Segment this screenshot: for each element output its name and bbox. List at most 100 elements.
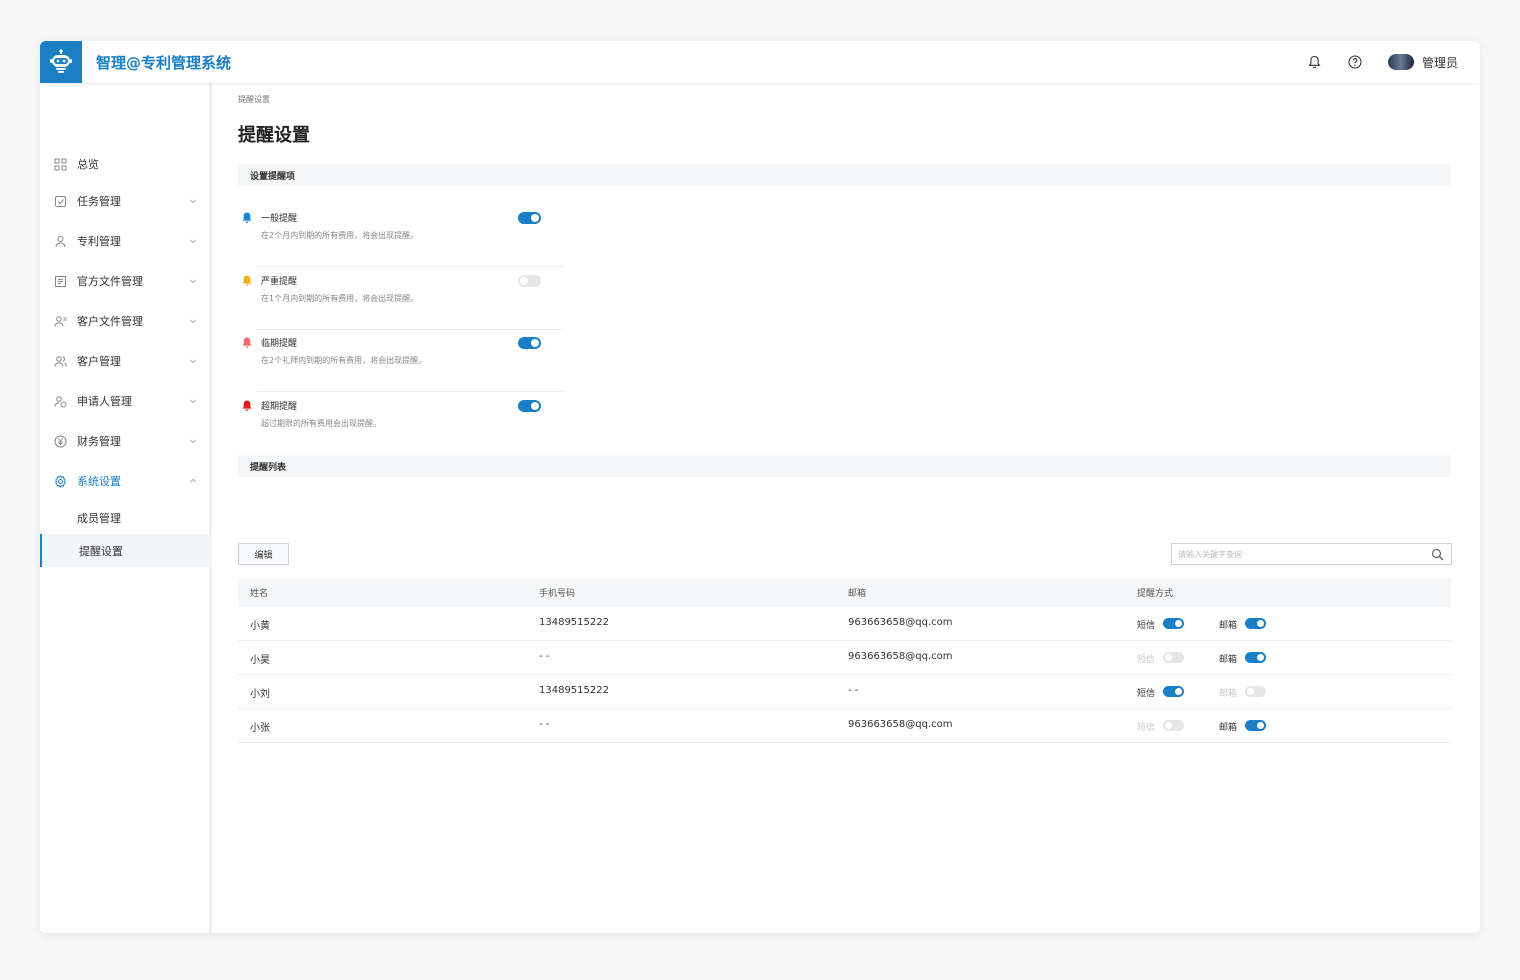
cell-name: 小刘 bbox=[250, 689, 270, 700]
sms-toggle[interactable] bbox=[1163, 618, 1184, 629]
cell-phone: - - bbox=[539, 651, 550, 662]
sidebar-item-label: 申请人管理 bbox=[77, 395, 132, 408]
settings-icon bbox=[55, 474, 66, 488]
sidebar-item-patents[interactable]: 专利管理 bbox=[40, 226, 212, 256]
reminder-table: 姓名 手机号码 邮箱 提醒方式 小黄 13489515222 963663658… bbox=[238, 578, 1451, 743]
divider bbox=[257, 329, 565, 330]
sidebar-item-client-docs[interactable]: 客户文件管理 bbox=[40, 306, 212, 336]
table-row: 小刘 13489515222 - - 短信 邮箱 bbox=[238, 675, 1451, 709]
cell-name: 小黄 bbox=[250, 621, 270, 632]
app-window: 智理@专利管理系统 管理员 总览 任务管理 专利管理 官方文件管理 客户文件管理… bbox=[40, 41, 1480, 933]
logo[interactable] bbox=[40, 41, 82, 83]
chevron-down-icon bbox=[190, 239, 196, 244]
sidebar-item-applicants[interactable]: 申请人管理 bbox=[40, 386, 212, 416]
reminder-title: 超期提醒 bbox=[261, 402, 298, 412]
user-name[interactable]: 管理员 bbox=[1422, 54, 1458, 71]
sidebar-item-label: 客户文件管理 bbox=[77, 315, 143, 328]
sidebar-item-system-settings[interactable]: 系统设置 bbox=[40, 466, 212, 496]
cell-phone: 13489515222 bbox=[539, 685, 609, 696]
section-header-settings: 设置提醒项 bbox=[238, 164, 1451, 186]
edit-button[interactable]: 编辑 bbox=[238, 543, 289, 565]
email-method-label: 邮箱 bbox=[1219, 655, 1238, 665]
sidebar: 总览 任务管理 专利管理 官方文件管理 客户文件管理 客户管理 申请人管理 财务… bbox=[40, 83, 212, 933]
reminder-description: 在2个礼拜内到期的所有费用，将会出现提醒。 bbox=[261, 356, 427, 365]
robot-logo-icon bbox=[50, 49, 72, 73]
chevron-down-icon bbox=[190, 399, 196, 404]
sms-toggle[interactable] bbox=[1163, 686, 1184, 697]
sidebar-item-label: 总览 bbox=[77, 158, 99, 171]
email-toggle[interactable] bbox=[1245, 652, 1266, 663]
sidebar-item-overview[interactable]: 总览 bbox=[40, 149, 212, 179]
document-icon bbox=[55, 275, 66, 287]
sidebar-subitem-label: 成员管理 bbox=[77, 511, 121, 525]
table-row: 小昊 - - 963663658@qq.com 短信 邮箱 bbox=[238, 641, 1451, 675]
grid-icon bbox=[54, 158, 67, 170]
email-method-label: 邮箱 bbox=[1219, 621, 1238, 631]
reminder-toggle[interactable] bbox=[518, 400, 541, 412]
sidebar-item-label: 系统设置 bbox=[77, 475, 121, 488]
top-right-actions: 管理员 bbox=[1284, 41, 1458, 83]
reminder-title: 一般提醒 bbox=[261, 214, 298, 224]
reminder-description: 超过期限的所有费用会出现提醒。 bbox=[261, 419, 381, 428]
cell-name: 小昊 bbox=[250, 655, 270, 666]
sms-toggle[interactable] bbox=[1163, 652, 1184, 663]
bell-icon bbox=[242, 275, 252, 286]
email-method-label: 邮箱 bbox=[1219, 723, 1238, 733]
reminder-item-severe: 严重提醒 在1个月内到期的所有费用，将会出现提醒。 bbox=[238, 274, 568, 336]
bell-icon bbox=[242, 337, 252, 348]
sidebar-item-finance[interactable]: 财务管理 bbox=[40, 426, 212, 456]
email-toggle[interactable] bbox=[1245, 618, 1266, 629]
avatar[interactable] bbox=[1387, 54, 1414, 70]
section-title: 设置提醒项 bbox=[250, 172, 296, 182]
bell-icon bbox=[242, 400, 252, 411]
bell-icon bbox=[242, 212, 252, 223]
email-toggle[interactable] bbox=[1245, 686, 1266, 697]
sidebar-subitem-reminder-settings[interactable]: 提醒设置 bbox=[40, 534, 212, 567]
reminder-toggle[interactable] bbox=[518, 337, 541, 349]
reminder-title: 严重提醒 bbox=[261, 277, 298, 287]
table-header: 姓名 手机号码 邮箱 提醒方式 bbox=[238, 578, 1451, 607]
reminder-description: 在1个月内到期的所有费用，将会出现提醒。 bbox=[261, 294, 419, 303]
email-method-label: 邮箱 bbox=[1219, 689, 1238, 699]
patent-icon bbox=[55, 235, 66, 247]
sidebar-item-official-docs[interactable]: 官方文件管理 bbox=[40, 266, 212, 296]
help-icon[interactable] bbox=[1346, 53, 1364, 71]
search-icon[interactable] bbox=[1431, 548, 1444, 561]
reminder-toggle[interactable] bbox=[518, 212, 541, 224]
breadcrumb[interactable]: 提醒设置 bbox=[238, 94, 270, 105]
sidebar-item-label: 专利管理 bbox=[77, 235, 121, 248]
cell-phone: - - bbox=[539, 719, 550, 730]
sidebar-subitem-members[interactable]: 成员管理 bbox=[40, 501, 212, 534]
column-header-phone: 手机号码 bbox=[539, 589, 576, 599]
sms-label: 短信 bbox=[1137, 689, 1156, 699]
email-toggle[interactable] bbox=[1245, 720, 1266, 731]
chevron-down-icon bbox=[190, 199, 196, 204]
main-content: 提醒设置 提醒设置 设置提醒项 一般提醒 在2个月内到期的所有费用，将会出现提醒… bbox=[215, 83, 1480, 933]
finance-icon bbox=[54, 435, 67, 447]
app-title: 智理@专利管理系统 bbox=[96, 54, 232, 72]
sidebar-item-label: 客户管理 bbox=[77, 355, 121, 368]
notification-bell-icon[interactable] bbox=[1306, 53, 1324, 71]
sidebar-item-tasks[interactable]: 任务管理 bbox=[40, 186, 212, 216]
sms-toggle[interactable] bbox=[1163, 720, 1184, 731]
reminder-toggle[interactable] bbox=[518, 275, 541, 287]
task-icon bbox=[55, 195, 66, 207]
client-file-icon bbox=[54, 315, 67, 327]
table-row: 小张 - - 963663658@qq.com 短信 邮箱 bbox=[238, 709, 1451, 743]
chevron-up-icon bbox=[190, 478, 196, 483]
page-title: 提醒设置 bbox=[238, 125, 310, 146]
cell-phone: 13489515222 bbox=[539, 617, 609, 628]
sidebar-item-clients[interactable]: 客户管理 bbox=[40, 346, 212, 376]
search-box bbox=[1171, 543, 1452, 565]
sms-label: 短信 bbox=[1137, 621, 1156, 631]
column-header-method: 提醒方式 bbox=[1137, 589, 1174, 599]
chevron-down-icon bbox=[190, 359, 196, 364]
section-header-list: 提醒列表 bbox=[238, 455, 1451, 477]
search-input[interactable] bbox=[1178, 547, 1418, 561]
cell-email: 963663658@qq.com bbox=[848, 617, 953, 628]
column-header-email: 邮箱 bbox=[848, 589, 867, 599]
cell-email: 963663658@qq.com bbox=[848, 651, 953, 662]
sms-label: 短信 bbox=[1137, 655, 1156, 665]
table-row: 小黄 13489515222 963663658@qq.com 短信 邮箱 bbox=[238, 607, 1451, 641]
reminder-item-general: 一般提醒 在2个月内到期的所有费用，将会出现提醒。 bbox=[238, 211, 568, 273]
